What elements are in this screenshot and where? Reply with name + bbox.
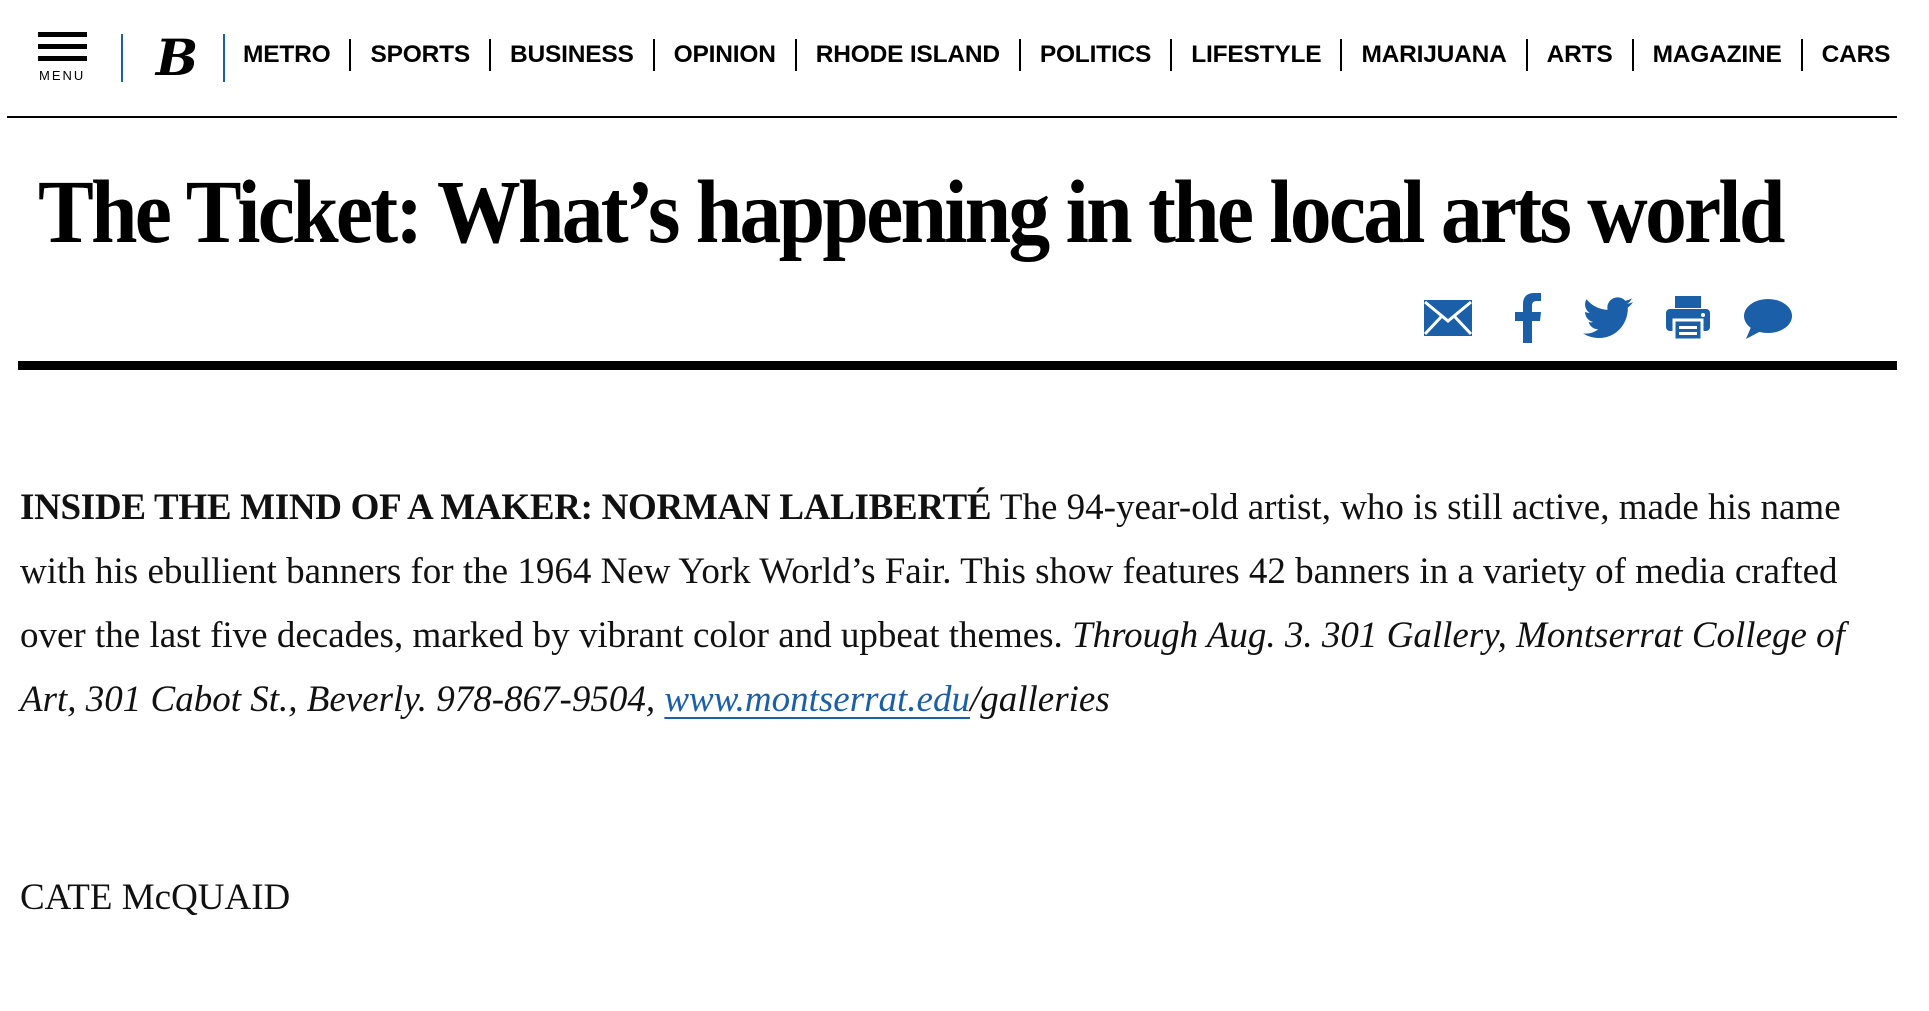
section-divider [1525, 39, 1528, 71]
article-headline: The Ticket: What’s happening in the loca… [38, 163, 1785, 262]
section-divider [1018, 39, 1021, 71]
section-item: RHODE ISLAND [816, 39, 1040, 71]
menu-label: MENU [39, 68, 86, 83]
facebook-icon [1515, 293, 1541, 343]
section-divider [652, 39, 655, 71]
section-divider [349, 39, 352, 71]
twitter-share-button[interactable] [1580, 290, 1636, 346]
section-link-magazine[interactable]: MAGAZINE [1653, 41, 1782, 69]
headline-rule [18, 361, 1897, 370]
section-link-business[interactable]: BUSINESS [510, 41, 634, 69]
twitter-icon [1583, 297, 1633, 338]
hamburger-icon-bar [38, 56, 87, 61]
section-divider [1170, 39, 1173, 71]
section-divider [489, 39, 492, 71]
section-divider [1631, 39, 1634, 71]
section-divider [1800, 39, 1803, 71]
section-link-lifestyle[interactable]: LIFESTYLE [1191, 41, 1321, 69]
section-link-metro[interactable]: METRO [243, 41, 331, 69]
email-icon [1423, 300, 1473, 336]
nav-divider [223, 34, 225, 82]
facebook-share-button[interactable] [1500, 290, 1556, 346]
section-link-rhode-island[interactable]: RHODE ISLAND [816, 41, 1000, 69]
event-details-suffix: /galleries [969, 679, 1110, 720]
hamburger-icon [38, 32, 87, 37]
hamburger-icon-bar [38, 44, 87, 49]
top-navigation: MENU B METRO SPORTS BUSINESS OPINION RHODE I… [7, 0, 1897, 118]
section-item: POLITICS [1040, 39, 1191, 71]
gallery-link[interactable]: www.montserrat.edu [664, 679, 970, 720]
section-item: OPINION [674, 39, 816, 71]
section-item: MARIJUANA [1361, 39, 1546, 71]
section-link-opinion[interactable]: OPINION [674, 41, 776, 69]
section-divider [794, 39, 797, 71]
nav-divider [121, 34, 123, 82]
share-bar [1420, 290, 1796, 346]
section-item: SPORTS [370, 39, 510, 71]
menu-button[interactable]: MENU [38, 30, 96, 84]
section-link-cars[interactable]: CARS [1822, 41, 1891, 69]
section-link-sports[interactable]: SPORTS [370, 41, 470, 69]
section-item: CARS [1822, 41, 1891, 69]
section-item: METRO [243, 39, 370, 71]
comment-icon [1744, 299, 1792, 339]
article-paragraph: INSIDE THE MIND OF A MAKER: NORMAN LALIB… [20, 476, 1850, 732]
section-item: ARTS [1547, 39, 1653, 71]
byline: CATE McQUAID [20, 877, 291, 918]
print-icon [1666, 296, 1710, 342]
email-share-button[interactable] [1420, 290, 1476, 346]
section-divider [1340, 39, 1343, 71]
section-link-arts[interactable]: ARTS [1547, 41, 1613, 69]
section-item: MAGAZINE [1653, 39, 1822, 71]
comments-button[interactable] [1740, 290, 1796, 346]
section-item: LIFESTYLE [1191, 39, 1361, 71]
print-button[interactable] [1660, 290, 1716, 346]
section-item: BUSINESS [510, 39, 674, 71]
section-link-politics[interactable]: POLITICS [1040, 41, 1152, 69]
article-kicker: INSIDE THE MIND OF A MAKER: NORMAN LALIB… [20, 487, 992, 528]
section-link-marijuana[interactable]: MARIJUANA [1361, 41, 1506, 69]
section-nav: METRO SPORTS BUSINESS OPINION RHODE ISLAND PO… [243, 36, 1890, 74]
site-logo[interactable]: B [146, 28, 208, 87]
